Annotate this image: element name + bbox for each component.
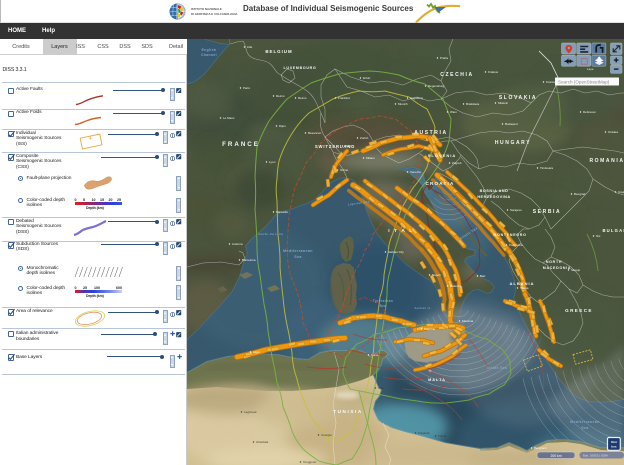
svg-text:Regensburg: Regensburg bbox=[428, 84, 445, 88]
svg-text:Augsburg: Augsburg bbox=[410, 96, 423, 100]
svg-text:Tyrrhenian: Tyrrhenian bbox=[373, 299, 393, 303]
svg-text:Aeolian Is.: Aeolian Is. bbox=[414, 306, 431, 310]
svg-text:LUXEMBOURG: LUXEMBOURG bbox=[284, 66, 317, 70]
svg-text:AUSTRIA: AUSTRIA bbox=[414, 130, 447, 136]
svg-text:Besancon: Besancon bbox=[308, 131, 322, 135]
svg-text:TUNISIA: TUNISIA bbox=[333, 409, 363, 414]
svg-text:Milano: Milano bbox=[366, 156, 375, 160]
svg-text:Messina: Messina bbox=[462, 319, 474, 323]
svg-text:Dijon: Dijon bbox=[279, 124, 286, 128]
svg-text:Budapest: Budapest bbox=[505, 122, 518, 126]
svg-text:Skopje: Skopje bbox=[571, 268, 581, 272]
svg-text:Barcelona: Barcelona bbox=[242, 258, 256, 262]
svg-text:HERZEGOVINA: HERZEGOVINA bbox=[477, 195, 510, 199]
svg-text:Podgorica: Podgorica bbox=[509, 243, 523, 247]
svg-text:Oradea: Oradea bbox=[608, 130, 618, 134]
svg-text:Omi: Omi bbox=[611, 440, 617, 444]
svg-text:Timisoara: Timisoara bbox=[540, 166, 553, 170]
svg-text:BELGIUM: BELGIUM bbox=[265, 49, 292, 54]
svg-text:MALTA: MALTA bbox=[428, 378, 446, 382]
svg-text:Zuwarah: Zuwarah bbox=[418, 431, 430, 435]
svg-text:Touggourt: Touggourt bbox=[303, 460, 317, 464]
svg-text:SLOVENIA: SLOVENIA bbox=[428, 153, 456, 158]
svg-text:Palermo: Palermo bbox=[424, 327, 436, 331]
svg-text:Esri, USGS | OSM: Esri, USGS | OSM bbox=[583, 454, 608, 458]
svg-text:Le Mans: Le Mans bbox=[223, 116, 235, 120]
svg-text:Paris: Paris bbox=[243, 86, 250, 90]
svg-text:Sarajevo: Sarajevo bbox=[510, 208, 522, 212]
svg-text:Miskolc: Miskolc bbox=[498, 101, 509, 105]
svg-text:BULGAR: BULGAR bbox=[602, 228, 624, 233]
svg-text:Torino: Torino bbox=[340, 168, 349, 172]
svg-text:Alger: Alger bbox=[253, 350, 260, 354]
svg-text:Praha: Praha bbox=[440, 56, 448, 60]
svg-text:Ghardaia: Ghardaia bbox=[256, 440, 269, 444]
svg-text:Beograd: Beograd bbox=[574, 192, 586, 196]
svg-text:Benghazi: Benghazi bbox=[534, 446, 547, 450]
svg-text:Reims: Reims bbox=[298, 96, 307, 100]
svg-text:Wien: Wien bbox=[450, 110, 457, 114]
svg-text:CZECHIA: CZECHIA bbox=[440, 72, 473, 78]
svg-text:Kosice: Kosice bbox=[546, 80, 555, 84]
svg-text:Venezia: Venezia bbox=[410, 170, 421, 174]
svg-text:box: box bbox=[611, 445, 617, 449]
svg-text:Lille: Lille bbox=[247, 45, 253, 49]
svg-text:Vatican City: Vatican City bbox=[388, 250, 404, 254]
svg-text:Tunis: Tunis bbox=[371, 353, 379, 357]
svg-text:Napoli: Napoli bbox=[432, 273, 441, 277]
svg-text:Sea: Sea bbox=[581, 426, 589, 430]
svg-text:Craiova: Craiova bbox=[618, 190, 624, 194]
svg-text:Bern: Bern bbox=[345, 144, 352, 148]
svg-text:Marseille: Marseille bbox=[276, 210, 288, 214]
svg-text:NORTH: NORTH bbox=[546, 260, 562, 264]
svg-text:MACEDONIA: MACEDONIA bbox=[543, 266, 571, 270]
svg-text:Nis: Nis bbox=[596, 234, 601, 238]
svg-text:ROMANIA: ROMANIA bbox=[589, 158, 624, 164]
svg-text:Ionian Sea: Ionian Sea bbox=[487, 366, 507, 370]
svg-text:Laghouat: Laghouat bbox=[244, 410, 257, 414]
svg-text:200 km: 200 km bbox=[550, 454, 561, 458]
svg-text:Potenza: Potenza bbox=[450, 284, 461, 288]
svg-text:Mediterranean: Mediterranean bbox=[570, 420, 600, 424]
svg-text:Tirana: Tirana bbox=[520, 286, 529, 290]
svg-text:Sfax: Sfax bbox=[378, 386, 385, 390]
svg-text:Andorra: Andorra bbox=[232, 242, 243, 246]
svg-text:Frankfurt: Frankfurt bbox=[338, 96, 350, 100]
svg-text:Tripoli: Tripoli bbox=[438, 434, 446, 438]
svg-text:Mediterranean: Mediterranean bbox=[283, 249, 313, 253]
svg-text:Bari: Bari bbox=[480, 274, 486, 278]
svg-text:Sea: Sea bbox=[380, 304, 387, 308]
svg-text:I T A L: I T A L bbox=[388, 228, 414, 234]
svg-text:Zurich: Zurich bbox=[360, 136, 369, 140]
svg-text:Munich: Munich bbox=[398, 102, 408, 106]
svg-text:GREECE: GREECE bbox=[565, 308, 593, 313]
svg-text:FRANCE: FRANCE bbox=[222, 141, 260, 148]
svg-text:HUNGARY: HUNGARY bbox=[495, 140, 531, 146]
svg-text:SERBIA: SERBIA bbox=[533, 209, 562, 215]
svg-text:Channel: Channel bbox=[201, 53, 217, 57]
svg-text:English: English bbox=[202, 48, 217, 52]
svg-text:Reims: Reims bbox=[276, 94, 285, 98]
svg-text:Erfurt: Erfurt bbox=[363, 76, 371, 80]
svg-text:Search (OpenStreetMap): Search (OpenStreetMap) bbox=[558, 79, 610, 84]
svg-text:Krakow: Krakow bbox=[488, 70, 499, 74]
svg-text:Sea: Sea bbox=[294, 255, 302, 259]
svg-text:Lyon: Lyon bbox=[269, 160, 276, 164]
svg-text:Zagreb: Zagreb bbox=[452, 161, 462, 165]
svg-text:Ouargla: Ouargla bbox=[321, 433, 332, 437]
svg-text:Golfe du Lion: Golfe du Lion bbox=[258, 232, 283, 236]
svg-text:Bratislava: Bratislava bbox=[466, 102, 480, 106]
svg-text:CROATIA: CROATIA bbox=[426, 181, 455, 186]
svg-text:Debrecen: Debrecen bbox=[583, 110, 596, 114]
svg-text:BOSNIA AND: BOSNIA AND bbox=[480, 189, 509, 193]
svg-text:MONTENEGRO: MONTENEGRO bbox=[493, 233, 526, 237]
svg-text:Laye: Laye bbox=[587, 67, 594, 71]
